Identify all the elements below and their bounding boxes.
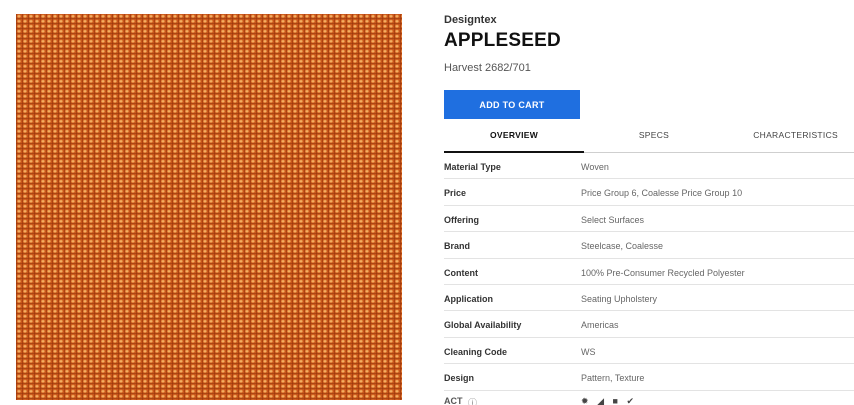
- tab-characteristics[interactable]: CHARACTERISTICS: [724, 122, 854, 153]
- colorfastness-icon: ■: [612, 396, 618, 405]
- spec-label: Offering: [444, 214, 479, 225]
- spec-label: Price: [444, 188, 467, 199]
- add-to-cart-button[interactable]: ADD TO CART: [444, 90, 580, 119]
- product-tabs: OVERVIEW SPECS CHARACTERISTICS: [444, 122, 854, 153]
- product-title: APPLESEED: [444, 30, 561, 51]
- spec-row-content: Content 100% Pre-Consumer Recycled Polye…: [444, 259, 854, 285]
- spec-row-application: Application Seating Upholstery: [444, 285, 854, 312]
- spec-row-price: Price Price Group 6, Coalesse Price Grou…: [444, 179, 854, 206]
- spec-value: Select Surfaces: [581, 214, 645, 225]
- act-label: ACT: [444, 396, 463, 405]
- spec-label: Application: [444, 293, 493, 304]
- overview-spec-list: Material Type Woven Price Price Group 6,…: [444, 153, 854, 391]
- spec-value: 100% Pre-Consumer Recycled Polyester: [581, 267, 745, 278]
- brand-name: Designtex: [444, 14, 497, 26]
- spec-value: Pattern, Texture: [581, 373, 645, 384]
- abrasion-icon: ◢: [597, 396, 604, 405]
- spec-row-design: Design Pattern, Texture: [444, 364, 854, 391]
- spec-label: Content: [444, 267, 478, 278]
- act-icons: ✹ ◢ ■ ✔: [581, 396, 640, 405]
- fire-icon: ✹: [581, 396, 589, 405]
- colorway-label: Harvest 2682/701: [444, 62, 531, 74]
- act-row: ACT ⓘ ✹ ◢ ■ ✔: [444, 396, 854, 405]
- spec-value: Seating Upholstery: [581, 293, 658, 304]
- spec-value: WS: [581, 346, 596, 357]
- physical-properties-icon: ✔: [626, 396, 634, 405]
- spec-value: Price Group 6, Coalesse Price Group 10: [581, 188, 743, 199]
- spec-row-cleaning-code: Cleaning Code WS: [444, 338, 854, 365]
- spec-label: Design: [444, 373, 475, 384]
- tab-overview[interactable]: OVERVIEW: [444, 122, 584, 153]
- spec-row-material-type: Material Type Woven: [444, 153, 854, 180]
- tab-specs[interactable]: SPECS: [584, 122, 724, 153]
- spec-value: Steelcase, Coalesse: [581, 241, 664, 252]
- spec-row-brand: Brand Steelcase, Coalesse: [444, 232, 854, 259]
- spec-row-offering: Offering Select Surfaces: [444, 206, 854, 233]
- spec-label: Material Type: [444, 162, 501, 172]
- spec-value: Americas: [581, 320, 619, 331]
- spec-label: Brand: [444, 241, 471, 252]
- spec-label: Global Availability: [444, 320, 522, 331]
- spec-value: Woven: [581, 162, 609, 172]
- info-icon[interactable]: ⓘ: [468, 396, 477, 405]
- fabric-swatch-image: [16, 14, 402, 400]
- spec-label: Cleaning Code: [444, 346, 508, 357]
- spec-row-global-availability: Global Availability Americas: [444, 311, 854, 338]
